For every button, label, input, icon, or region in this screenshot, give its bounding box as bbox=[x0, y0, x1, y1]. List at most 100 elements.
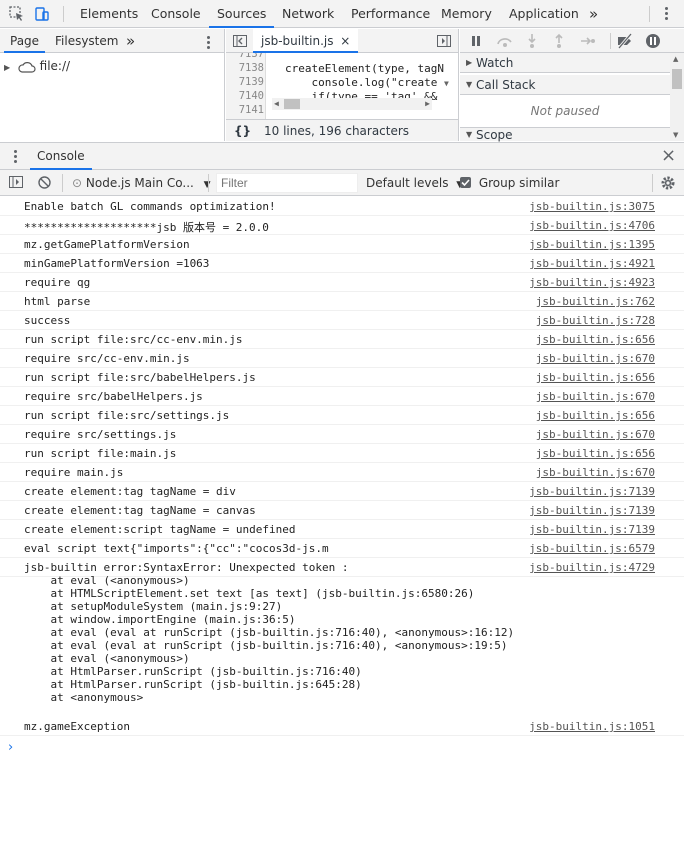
show-sidebar-icon[interactable] bbox=[8, 175, 24, 189]
message-source-link[interactable]: jsb-builtin.js:4923 bbox=[529, 276, 655, 289]
console-settings-gear-icon[interactable] bbox=[660, 175, 676, 191]
console-message: run script file:src/cc-env.min.js jsb-bui… bbox=[0, 330, 684, 349]
scrollbar-thumb[interactable] bbox=[672, 69, 682, 89]
vertical-scrollbar[interactable]: ▲ ▼ bbox=[670, 53, 684, 141]
scroll-down-icon[interactable]: ▼ bbox=[444, 79, 449, 88]
watch-section-header[interactable]: ▶ Watch bbox=[460, 53, 670, 73]
console-message: mz.getGamePlatformVersion jsb-builtin.js:… bbox=[0, 235, 684, 254]
message-source-link[interactable]: jsb-builtin.js:4921 bbox=[529, 257, 655, 270]
code-view[interactable]: 7137 7138 7139 7140 7141 createElement(t… bbox=[226, 53, 458, 119]
step-into-icon[interactable] bbox=[526, 33, 538, 49]
pause-on-exceptions-icon[interactable] bbox=[645, 33, 661, 49]
message-text: success bbox=[24, 314, 71, 327]
message-source-link[interactable]: jsb-builtin.js:656 bbox=[536, 409, 655, 422]
tree-item-file[interactable]: ▶ file:// bbox=[4, 58, 70, 74]
message-text: Enable batch GL commands optimization! bbox=[24, 200, 276, 213]
expand-triangle-icon[interactable]: ▶ bbox=[4, 60, 14, 76]
message-source-link[interactable]: jsb-builtin.js:1051 bbox=[529, 720, 655, 733]
message-source-link[interactable]: jsb-builtin.js:656 bbox=[536, 447, 655, 460]
tree-item-label: file:// bbox=[39, 59, 71, 73]
message-source-link[interactable]: jsb-builtin.js:7139 bbox=[529, 523, 655, 536]
tab-sources[interactable]: Sources bbox=[209, 0, 275, 28]
message-text: mz.getGamePlatformVersion bbox=[24, 238, 190, 251]
group-similar-checkbox[interactable] bbox=[460, 177, 471, 188]
message-text: ********************jsb 版本号 = 2.0.0 bbox=[24, 221, 269, 234]
tab-filesystem[interactable]: Filesystem bbox=[55, 29, 118, 53]
message-source-link[interactable]: jsb-builtin.js:728 bbox=[536, 314, 655, 327]
drawer-tabbar: Console × bbox=[0, 142, 684, 170]
close-drawer-icon[interactable]: × bbox=[661, 145, 676, 166]
drawer-tab-console[interactable]: Console bbox=[30, 143, 92, 170]
message-text: require src/cc-env.min.js bbox=[24, 352, 190, 365]
editor-file-tab[interactable]: jsb-builtin.js × bbox=[253, 29, 359, 53]
step-out-icon[interactable] bbox=[553, 33, 565, 49]
pretty-print-icon[interactable]: {} bbox=[234, 120, 251, 142]
scroll-left-icon[interactable]: ◀ bbox=[274, 99, 279, 108]
horizontal-scrollbar[interactable]: ◀ ▶ bbox=[272, 98, 432, 110]
close-tab-icon[interactable]: × bbox=[340, 34, 350, 48]
device-toolbar-icon[interactable] bbox=[33, 5, 51, 23]
message-source-link[interactable]: jsb-builtin.js:4729 bbox=[529, 561, 655, 574]
message-text: require src/babelHelpers.js bbox=[24, 390, 203, 403]
line-number-gutter: 7137 7138 7139 7140 7141 bbox=[226, 53, 266, 119]
filter-input[interactable] bbox=[216, 173, 358, 193]
message-text: run script file:main.js bbox=[24, 447, 177, 460]
tab-performance[interactable]: Performance bbox=[351, 0, 430, 28]
cloud-icon bbox=[18, 61, 36, 73]
section-label: Call Stack bbox=[476, 78, 536, 92]
console-message: require src/babelHelpers.js jsb-builtin.j… bbox=[0, 387, 684, 406]
scrollbar-thumb[interactable] bbox=[284, 99, 300, 109]
message-source-link[interactable]: jsb-builtin.js:670 bbox=[536, 428, 655, 441]
log-levels-dropdown[interactable]: Default levels ▼ bbox=[366, 170, 463, 196]
toolbar-divider bbox=[208, 174, 209, 192]
expanded-triangle-icon: ▼ bbox=[466, 80, 473, 89]
console-message: require main.js jsb-builtin.js:670 bbox=[0, 463, 684, 482]
console-message: minGamePlatformVersion =1063 jsb-builtin.… bbox=[0, 254, 684, 273]
customize-menu-icon[interactable] bbox=[664, 5, 668, 23]
console-prompt-icon[interactable]: › bbox=[8, 740, 13, 755]
scroll-down-icon[interactable]: ▼ bbox=[673, 131, 678, 139]
deactivate-breakpoints-icon[interactable] bbox=[616, 33, 634, 49]
console-message: mz.gameException jsb-builtin.js:1051 bbox=[0, 717, 684, 736]
tab-memory[interactable]: Memory bbox=[441, 0, 492, 28]
scroll-up-icon[interactable]: ▲ bbox=[673, 55, 678, 63]
message-source-link[interactable]: jsb-builtin.js:7139 bbox=[529, 485, 655, 498]
message-source-link[interactable]: jsb-builtin.js:7139 bbox=[529, 504, 655, 517]
scope-section-header[interactable]: ▼ Scope bbox=[460, 127, 670, 142]
message-source-link[interactable]: jsb-builtin.js:4706 bbox=[529, 219, 655, 232]
step-over-icon[interactable] bbox=[496, 34, 514, 48]
context-label: Node.js Main Co... bbox=[85, 176, 194, 190]
collapsed-triangle-icon: ▶ bbox=[466, 58, 473, 67]
message-source-link[interactable]: jsb-builtin.js:656 bbox=[536, 371, 655, 384]
context-selector[interactable]: ⊙ Node.js Main Co... ▼ bbox=[72, 170, 211, 196]
drawer-menu-icon[interactable] bbox=[13, 148, 17, 166]
message-source-link[interactable]: jsb-builtin.js:3075 bbox=[529, 200, 655, 213]
message-source-link[interactable]: jsb-builtin.js:762 bbox=[536, 295, 655, 308]
group-similar-option[interactable]: Group similar bbox=[460, 170, 559, 196]
message-text: create element:script tagName = undefine… bbox=[24, 523, 296, 536]
message-source-link[interactable]: jsb-builtin.js:670 bbox=[536, 390, 655, 403]
clear-console-icon[interactable] bbox=[37, 175, 52, 190]
message-source-link[interactable]: jsb-builtin.js:670 bbox=[536, 466, 655, 479]
message-source-link[interactable]: jsb-builtin.js:6579 bbox=[529, 542, 655, 555]
tab-console[interactable]: Console bbox=[151, 0, 201, 28]
toggle-debugger-icon[interactable] bbox=[436, 33, 452, 49]
debugger-toolbar bbox=[460, 29, 684, 53]
tab-application[interactable]: Application bbox=[509, 0, 579, 28]
toggle-navigator-icon[interactable] bbox=[232, 33, 248, 49]
more-navigator-tabs-button[interactable]: » bbox=[126, 29, 135, 53]
navigator-menu-icon[interactable] bbox=[206, 34, 210, 52]
tab-elements[interactable]: Elements bbox=[80, 0, 138, 28]
step-icon[interactable] bbox=[580, 34, 596, 48]
more-tabs-button[interactable]: » bbox=[589, 0, 598, 28]
pause-icon[interactable] bbox=[470, 35, 482, 47]
tab-page[interactable]: Page bbox=[4, 29, 46, 53]
message-source-link[interactable]: jsb-builtin.js:670 bbox=[536, 352, 655, 365]
inspect-element-icon[interactable] bbox=[8, 5, 26, 23]
call-stack-section-header[interactable]: ▼ Call Stack bbox=[460, 75, 670, 95]
message-source-link[interactable]: jsb-builtin.js:1395 bbox=[529, 238, 655, 251]
expanded-triangle-icon: ▼ bbox=[466, 130, 473, 139]
tab-network[interactable]: Network bbox=[282, 0, 334, 28]
message-source-link[interactable]: jsb-builtin.js:656 bbox=[536, 333, 655, 346]
scroll-right-icon[interactable]: ▶ bbox=[425, 99, 430, 108]
